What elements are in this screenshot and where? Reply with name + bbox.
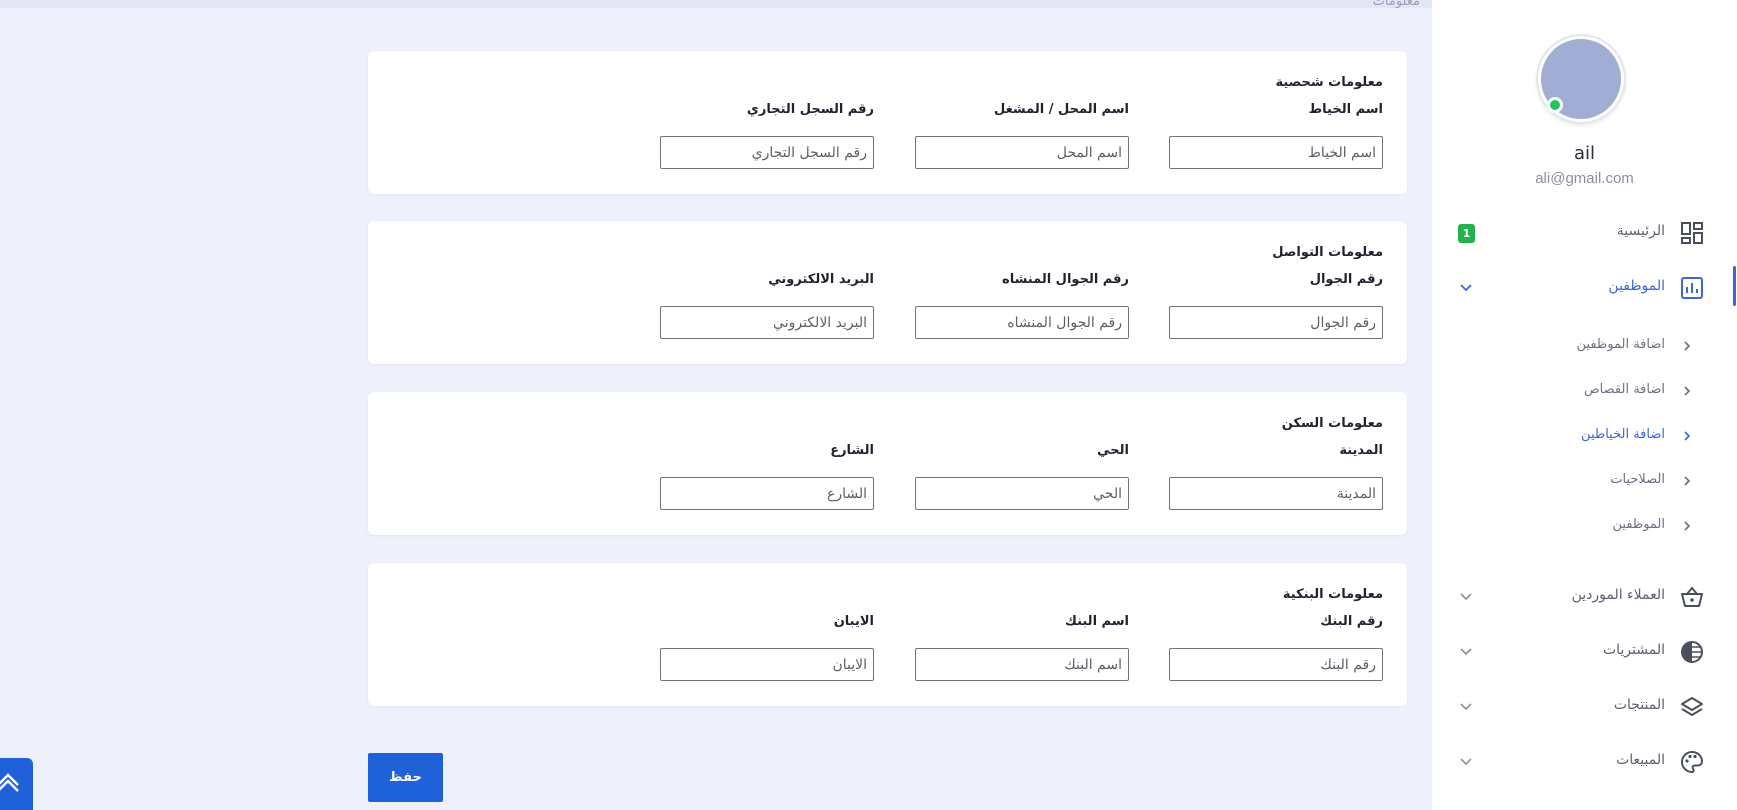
sidebar-item-label: الموظفين: [1608, 278, 1665, 294]
district-input[interactable]: [915, 477, 1129, 510]
sidebar-item-sales[interactable]: المبيعات: [1432, 740, 1737, 784]
submenu-item-employees-list[interactable]: الموظفين: [1432, 511, 1737, 541]
card-contact-info: معلومات التواصل رقم الجوال رقم الجوال ال…: [368, 221, 1407, 364]
chevron-right-icon: [1684, 476, 1691, 486]
submenu-item-add-cutters[interactable]: اضافة القصاص: [1432, 376, 1737, 406]
sidebar-item-label: المشتريات: [1602, 642, 1665, 658]
field-label: البريد الالكتروني: [768, 272, 874, 287]
section-title: معلومات البنكية: [1282, 587, 1383, 602]
submenu-item-label: اضافة الموظفين: [1576, 337, 1665, 352]
field-label: الحي: [1097, 443, 1129, 458]
field-label: رقم الجوال المنشاه: [1002, 272, 1129, 287]
sidebar-item-employees[interactable]: الموظفين: [1432, 266, 1737, 310]
sidebar-item-purchases[interactable]: المشتريات: [1432, 630, 1737, 674]
commercial-register-input[interactable]: [660, 136, 874, 169]
field-label: اسم الخياط: [1308, 102, 1383, 117]
sidebar-item-products[interactable]: المنتجات: [1432, 685, 1737, 729]
section-title: معلومات التواصل: [1272, 245, 1383, 260]
card-personal-info: معلومات شحصية اسم الخياط اسم المحل / الم…: [368, 51, 1407, 194]
active-indicator: [1733, 266, 1736, 306]
city-input[interactable]: [1169, 477, 1383, 510]
field-label: اسم المحل / المشغل: [993, 102, 1129, 117]
chevron-right-icon: [1684, 521, 1691, 531]
sidebar-item-customers-suppliers[interactable]: العملاء الموردين: [1432, 575, 1737, 619]
dashboard-icon: [1681, 222, 1703, 244]
submenu-item-label: الصلاحيات: [1610, 472, 1665, 487]
top-band: معلومات: [0, 0, 1432, 9]
submenu-item-label: الموظفين: [1612, 517, 1665, 532]
top-band-text: معلومات: [1372, 0, 1420, 9]
tailor-name-input[interactable]: [1169, 136, 1383, 169]
field-label: الشارع: [830, 443, 874, 458]
sidebar-item-home[interactable]: الرئيسية 1: [1432, 211, 1737, 255]
field-label: اسم البنك: [1064, 614, 1129, 629]
shop-name-input[interactable]: [915, 136, 1129, 169]
bank-number-input[interactable]: [1169, 648, 1383, 681]
scroll-top-button[interactable]: [0, 758, 33, 810]
online-status-dot: [1547, 97, 1563, 113]
half-circle-icon: [1681, 641, 1703, 663]
chevron-down-icon: [1460, 758, 1472, 766]
field-label: الايبان: [833, 614, 874, 629]
business-mobile-input[interactable]: [915, 306, 1129, 339]
sidebar-item-label: المنتجات: [1613, 697, 1665, 713]
chevron-down-icon: [1460, 703, 1472, 711]
section-title: معلومات شحصية: [1275, 75, 1383, 90]
field-label: رقم الجوال: [1309, 272, 1383, 287]
user-email: ali@gmail.com: [1535, 170, 1634, 187]
sidebar: ail ali@gmail.com الرئيسية 1 الموظفين اض: [1432, 0, 1737, 810]
chevron-right-icon: [1684, 386, 1691, 396]
submenu-item-add-employees[interactable]: اضافة الموظفين: [1432, 331, 1737, 361]
chevron-down-icon: [1460, 284, 1472, 292]
sidebar-item-label: الرئيسية: [1616, 223, 1665, 239]
submenu-item-label: اضافة القصاص: [1583, 382, 1665, 397]
submenu-item-permissions[interactable]: الصلاحيات: [1432, 466, 1737, 496]
section-title: معلومات السكن: [1281, 416, 1383, 431]
bar-chart-icon: [1681, 277, 1703, 299]
card-residence-info: معلومات السكن المدينة الحي الشارع: [368, 392, 1407, 535]
email-input[interactable]: [660, 306, 874, 339]
chevron-down-icon: [1460, 648, 1472, 656]
submenu-item-add-tailors[interactable]: اضافة الخياطين: [1432, 421, 1737, 451]
mobile-input[interactable]: [1169, 306, 1383, 339]
save-button[interactable]: حفظ: [368, 753, 443, 802]
submenu-item-label: اضافة الخياطين: [1581, 427, 1665, 442]
layers-icon: [1681, 697, 1703, 716]
iban-input[interactable]: [660, 648, 874, 681]
field-label: رقم البنك: [1320, 614, 1383, 629]
sidebar-item-label: المبيعات: [1616, 752, 1665, 768]
user-name: ail: [1573, 143, 1596, 164]
sidebar-item-label: العملاء الموردين: [1571, 587, 1665, 603]
card-bank-info: معلومات البنكية رقم البنك اسم البنك الاي…: [368, 563, 1407, 706]
palette-icon: [1681, 750, 1704, 774]
double-chevron-up-icon: [0, 773, 19, 792]
chevron-right-icon: [1684, 341, 1691, 351]
chevron-down-icon: [1460, 593, 1472, 601]
field-label: المدينة: [1339, 443, 1383, 458]
street-input[interactable]: [660, 477, 874, 510]
chevron-right-icon: [1684, 431, 1691, 441]
basket-icon: [1681, 586, 1703, 607]
bank-name-input[interactable]: [915, 648, 1129, 681]
notification-badge: 1: [1458, 224, 1475, 243]
field-label: رقم السجل التجاري: [746, 102, 874, 117]
avatar[interactable]: [1538, 36, 1624, 122]
